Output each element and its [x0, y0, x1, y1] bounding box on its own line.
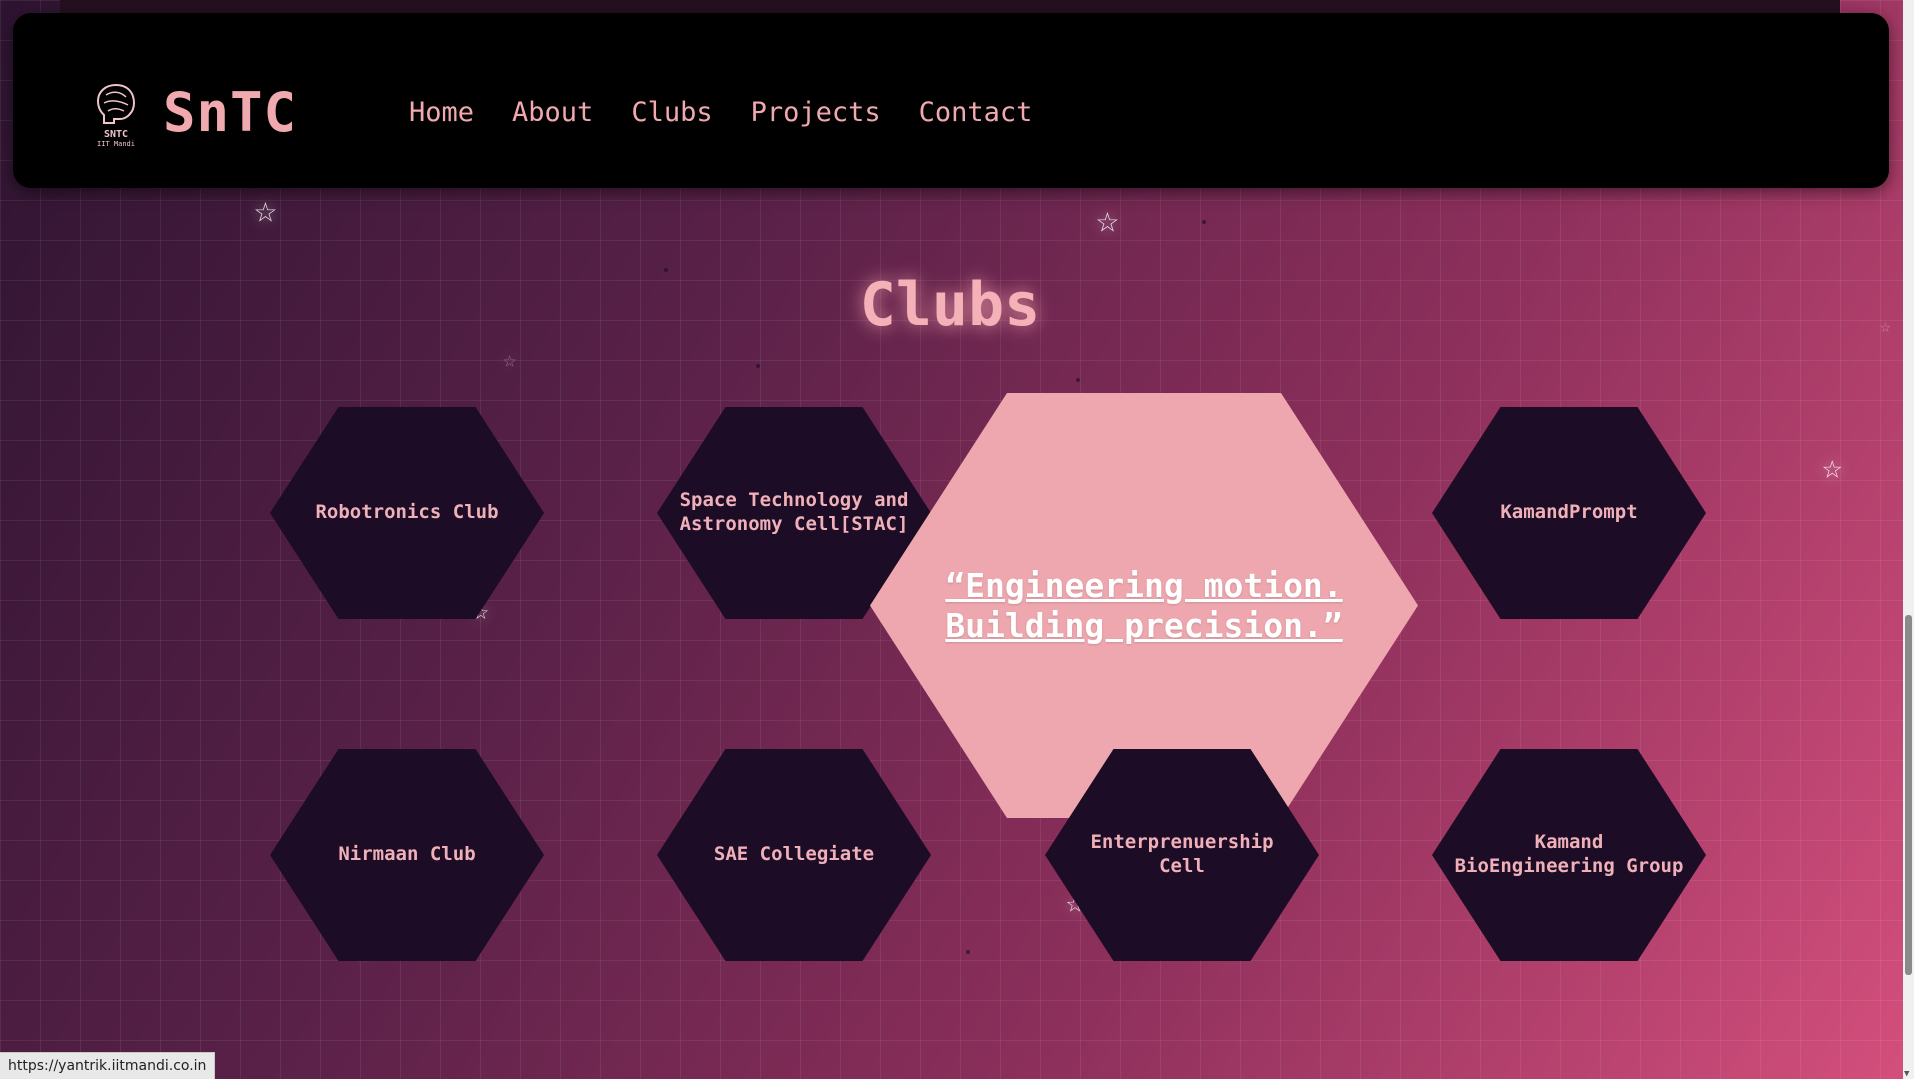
nav-contact[interactable]: Contact: [919, 97, 1033, 128]
site-logo[interactable]: SNTC IIT Mandi: [85, 73, 147, 153]
logo-subtext: IIT Mandi: [97, 139, 135, 148]
featured-quote[interactable]: “Engineering motion. Building precision.…: [870, 566, 1418, 645]
main-nav: Home About Clubs Projects Contact: [409, 97, 1032, 128]
navbar: SNTC IIT Mandi SnTC Home About Clubs Pro…: [13, 13, 1889, 188]
particle: [756, 364, 760, 368]
nav-about[interactable]: About: [512, 97, 593, 128]
star-icon: ☆: [503, 348, 517, 373]
nav-home[interactable]: Home: [409, 97, 474, 128]
particle: [1202, 220, 1206, 224]
star-icon: ☆: [254, 187, 277, 231]
particle: [1076, 378, 1080, 382]
top-strip: [60, 0, 1840, 13]
star-icon: ☆: [1096, 197, 1119, 241]
scroll-down-icon[interactable]: ▼: [1904, 1069, 1909, 1079]
star-icon: ☆: [1822, 447, 1843, 487]
nav-clubs[interactable]: Clubs: [631, 97, 712, 128]
scrollbar-thumb[interactable]: [1905, 615, 1912, 975]
page-scrollbar[interactable]: ▼: [1903, 0, 1914, 1079]
link-status-bar: https://yantrik.iitmandi.co.in: [0, 1052, 216, 1079]
brand-title[interactable]: SnTC: [163, 81, 297, 144]
brain-logo-icon: [96, 83, 136, 124]
nav-projects[interactable]: Projects: [751, 97, 881, 128]
particle: [966, 950, 970, 954]
section-heading: Clubs: [859, 270, 1041, 340]
logo-text: SNTC: [103, 128, 129, 140]
